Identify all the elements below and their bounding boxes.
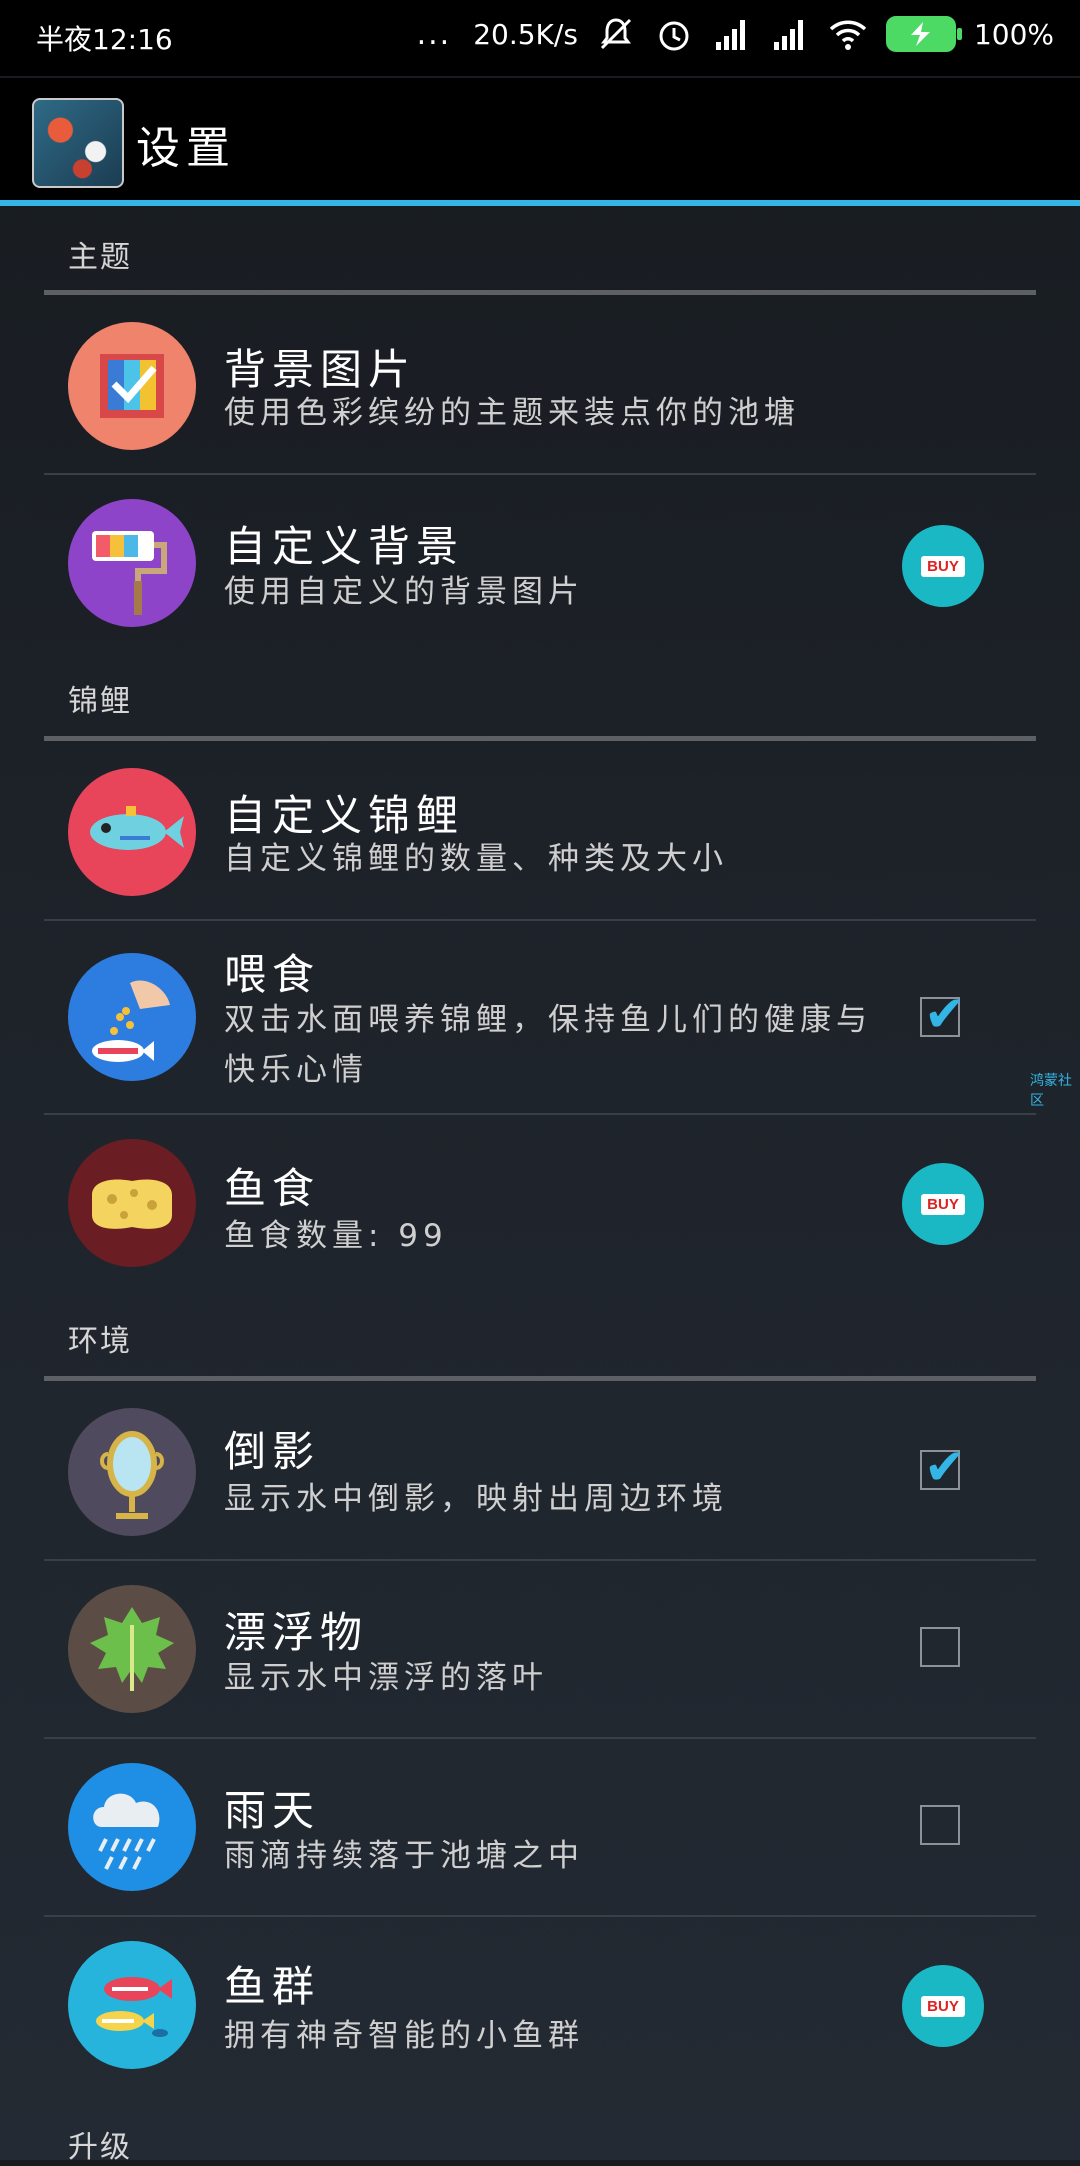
list-item-reflection[interactable]: 倒影 显示水中倒影，映射出周边环境 ✔ bbox=[44, 1382, 1036, 1558]
wifi-icon bbox=[829, 20, 867, 50]
checkmark-icon: ✔ bbox=[924, 985, 966, 1043]
buy-button[interactable]: BUY bbox=[902, 1163, 984, 1245]
mirror-icon bbox=[68, 1408, 196, 1536]
leaf-icon bbox=[68, 1585, 196, 1713]
list-item-floating-objects[interactable]: 漂浮物 显示水中漂浮的落叶 bbox=[44, 1561, 1036, 1737]
item-title: 喂食 bbox=[224, 950, 321, 999]
item-subtitle: 自定义锦鲤的数量、种类及大小 bbox=[224, 841, 728, 877]
list-item-fish-food[interactable]: 鱼食 鱼食数量: 99 BUY bbox=[44, 1115, 1036, 1291]
signal-icon-2 bbox=[773, 20, 803, 50]
checkmark-icon: ✔ bbox=[924, 1438, 966, 1496]
item-title: 自定义背景 bbox=[224, 522, 465, 571]
battery-icon bbox=[885, 16, 962, 52]
app-bar: 设置 bbox=[0, 78, 1080, 202]
paint-roller-icon bbox=[68, 499, 196, 627]
item-title: 倒影 bbox=[224, 1427, 321, 1476]
signal-icon-1 bbox=[715, 20, 745, 50]
buy-label: BUY bbox=[921, 555, 965, 577]
alarm-icon bbox=[659, 21, 689, 51]
mute-bell-icon bbox=[600, 18, 631, 50]
reflection-checkbox[interactable]: ✔ bbox=[920, 1438, 966, 1496]
palette-icon bbox=[68, 322, 196, 450]
item-subtitle: 拥有神奇智能的小鱼群 bbox=[224, 2018, 584, 2054]
fish-icon bbox=[68, 768, 196, 896]
buy-label: BUY bbox=[921, 1193, 965, 1215]
net-speed: 20.5K/s bbox=[473, 17, 578, 51]
buy-button[interactable]: BUY bbox=[902, 525, 984, 607]
list-item-rain[interactable]: 雨天 雨滴持续落于池塘之中 bbox=[44, 1739, 1036, 1915]
item-subtitle: 双击水面喂养锦鲤，保持鱼儿们的健康与快乐心情 bbox=[224, 1002, 872, 1088]
app-bar-accent-line bbox=[0, 200, 1080, 206]
item-subtitle: 使用自定义的背景图片 bbox=[224, 574, 584, 610]
rain-cloud-icon bbox=[68, 1763, 196, 1891]
item-subtitle: 使用色彩缤纷的主题来装点你的池塘 bbox=[224, 395, 800, 431]
rain-checkbox[interactable] bbox=[920, 1805, 960, 1845]
sponge-icon bbox=[68, 1139, 196, 1267]
section-header-upgrade: 升级 bbox=[68, 2130, 132, 2165]
battery-percent: 100% bbox=[973, 17, 1054, 51]
section-rule bbox=[44, 290, 1036, 295]
list-item-background-image[interactable]: 背景图片 使用色彩缤纷的主题来装点你的池塘 bbox=[44, 296, 1036, 472]
status-right: ... 20.5K/s 100% bbox=[417, 14, 1054, 54]
item-subtitle: 显示水中倒影，映射出周边环境 bbox=[224, 1481, 728, 1517]
section-rule bbox=[44, 736, 1036, 741]
status-time: 半夜12:16 bbox=[36, 23, 173, 56]
page-title: 设置 bbox=[136, 123, 236, 174]
side-watermark: 鸿蒙社区 bbox=[1030, 1073, 1072, 1109]
item-subtitle: 雨滴持续落于池塘之中 bbox=[224, 1838, 584, 1874]
item-subtitle: 显示水中漂浮的落叶 bbox=[224, 1660, 548, 1696]
section-header-environment: 环境 bbox=[68, 1324, 132, 1359]
list-item-custom-background[interactable]: 自定义背景 使用自定义的背景图片 BUY bbox=[44, 475, 1036, 651]
item-title: 鱼群 bbox=[224, 1962, 321, 2011]
app-logo-icon[interactable] bbox=[32, 98, 124, 188]
section-header-theme: 主题 bbox=[68, 240, 132, 275]
feeding-checkbox[interactable]: ✔ bbox=[920, 985, 966, 1043]
status-bar: 半夜12:16 ... 20.5K/s 100% bbox=[0, 0, 1080, 76]
item-title: 雨天 bbox=[224, 1786, 321, 1835]
list-item-feeding[interactable]: 喂食 双击水面喂养锦鲤，保持鱼儿们的健康与快乐心情 ✔ bbox=[44, 921, 1036, 1113]
item-title: 漂浮物 bbox=[224, 1608, 369, 1657]
buy-label: BUY bbox=[921, 1995, 965, 2017]
fish-school-icon bbox=[68, 1941, 196, 2069]
floating-objects-checkbox[interactable] bbox=[920, 1627, 960, 1667]
section-rule bbox=[44, 1376, 1036, 1381]
list-item-custom-koi[interactable]: 自定义锦鲤 自定义锦鲤的数量、种类及大小 bbox=[44, 742, 1036, 918]
item-title: 鱼食 bbox=[224, 1164, 321, 1213]
more-dots-icon: ... bbox=[416, 16, 452, 52]
buy-button[interactable]: BUY bbox=[902, 1965, 984, 2047]
list-item-fish-school[interactable]: 鱼群 拥有神奇智能的小鱼群 BUY bbox=[44, 1917, 1036, 2093]
feeding-hand-icon bbox=[68, 953, 196, 1081]
section-header-koi: 锦鲤 bbox=[68, 684, 132, 719]
item-subtitle: 鱼食数量: 99 bbox=[224, 1218, 448, 1254]
